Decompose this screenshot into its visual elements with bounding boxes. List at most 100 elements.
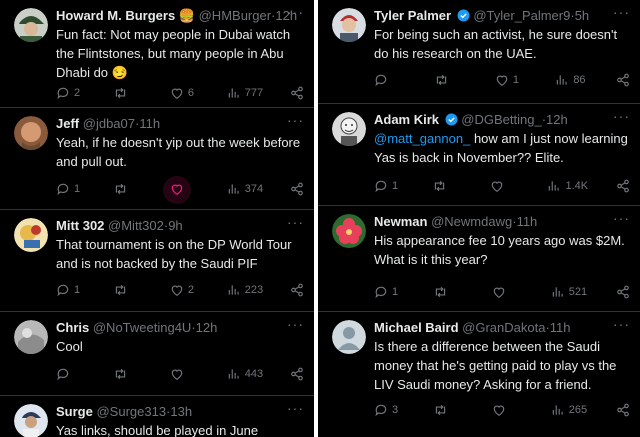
more-options-icon[interactable]: ··· xyxy=(613,108,630,124)
share-button[interactable] xyxy=(290,182,304,196)
reply-button[interactable]: 2 xyxy=(56,86,86,100)
tweet-item[interactable]: Howard M. Burgers 🍔 @HMBurger·12h Fun fa… xyxy=(0,0,314,108)
tweet-item[interactable]: Michael Baird @GranDakota·11h Is there a… xyxy=(318,312,640,437)
views-icon xyxy=(228,184,239,194)
more-options-icon[interactable]: ··· xyxy=(613,316,630,332)
display-name[interactable]: Surge xyxy=(56,404,93,419)
share-button[interactable] xyxy=(290,283,304,297)
display-name[interactable]: Tyler Palmer xyxy=(374,8,451,23)
like-button[interactable] xyxy=(490,179,520,193)
retweet-button[interactable] xyxy=(113,86,143,100)
timestamp[interactable]: 5h xyxy=(575,8,589,23)
display-name[interactable]: Howard M. Burgers 🍔 xyxy=(56,8,195,23)
views-button[interactable]: 1.4K xyxy=(547,179,588,193)
views-button[interactable]: 374 xyxy=(227,182,263,196)
retweet-button[interactable] xyxy=(432,179,462,193)
avatar[interactable] xyxy=(14,8,48,42)
timestamp[interactable]: 11h xyxy=(517,214,538,229)
timestamp[interactable]: 11h xyxy=(139,116,160,131)
avatar[interactable] xyxy=(14,116,48,150)
retweet-button[interactable] xyxy=(113,182,143,196)
retweet-button[interactable] xyxy=(433,285,463,299)
user-handle[interactable]: @DGBetting_ xyxy=(461,112,541,127)
avatar[interactable] xyxy=(14,404,48,437)
tweet-item[interactable]: Adam Kirk @DGBetting_·12h @matt_gannon_ … xyxy=(318,104,640,206)
reply-button[interactable]: 1 xyxy=(374,179,404,193)
timestamp[interactable]: 12h xyxy=(196,320,218,335)
timestamp[interactable]: 12h xyxy=(546,112,568,127)
display-name[interactable]: Newman xyxy=(374,214,427,229)
mention-link[interactable]: @matt_gannon_ xyxy=(374,131,470,146)
tweet-item[interactable]: Jeff @jdba07·11h Yeah, if he doesn't yip… xyxy=(0,108,314,210)
view-count: 777 xyxy=(244,87,264,99)
reply-button[interactable] xyxy=(374,73,404,87)
more-options-icon[interactable]: ··· xyxy=(287,4,304,20)
timestamp[interactable]: 13h xyxy=(170,404,192,419)
avatar[interactable] xyxy=(14,218,48,252)
more-options-icon[interactable]: ··· xyxy=(287,214,304,230)
user-handle[interactable]: @Newmdawg xyxy=(431,214,512,229)
like-button[interactable]: 1 xyxy=(495,73,525,87)
tweet-item[interactable]: Surge @Surge313·13h Yas links, should be… xyxy=(0,396,314,437)
like-button[interactable]: 2 xyxy=(170,283,200,297)
share-button[interactable] xyxy=(616,73,630,87)
user-handle[interactable]: @Surge313 xyxy=(96,404,166,419)
views-button[interactable]: 521 xyxy=(551,285,587,299)
tweet-item[interactable]: Chris @NoTweeting4U·12h Cool ··· 443 xyxy=(0,312,314,396)
user-handle[interactable]: @jdba07 xyxy=(83,116,135,131)
reply-button[interactable]: 3 xyxy=(374,403,404,417)
like-button[interactable] xyxy=(170,367,200,381)
like-button[interactable] xyxy=(492,285,522,299)
action-bar: 2 6 777 xyxy=(56,86,304,100)
avatar[interactable] xyxy=(14,320,48,354)
more-options-icon[interactable]: ··· xyxy=(287,400,304,416)
views-button[interactable]: 223 xyxy=(227,283,263,297)
action-bar: 443 xyxy=(56,367,304,381)
more-options-icon[interactable]: ··· xyxy=(287,112,304,128)
user-handle[interactable]: @GranDakota xyxy=(462,320,545,335)
share-button[interactable] xyxy=(290,367,304,381)
tweet-item[interactable]: Tyler Palmer @Tyler_Palmer9·5h For being… xyxy=(318,0,640,104)
avatar[interactable] xyxy=(332,320,366,354)
more-options-icon[interactable]: ··· xyxy=(613,4,630,20)
retweet-button[interactable] xyxy=(113,283,143,297)
heart-icon xyxy=(493,405,505,416)
reply-button[interactable] xyxy=(56,367,86,381)
user-handle[interactable]: @NoTweeting4U xyxy=(93,320,191,335)
more-options-icon[interactable]: ··· xyxy=(613,210,630,226)
user-handle[interactable]: @HMBurger xyxy=(199,8,271,23)
retweet-button[interactable] xyxy=(113,367,143,381)
timestamp[interactable]: 11h xyxy=(550,320,571,335)
views-icon xyxy=(228,88,239,98)
display-name[interactable]: Michael Baird xyxy=(374,320,459,335)
share-button[interactable] xyxy=(616,285,630,299)
reply-button[interactable]: 1 xyxy=(56,182,86,196)
tweet-item[interactable]: Newman @Newmdawg·11h His appearance fee … xyxy=(318,206,640,312)
like-button[interactable] xyxy=(492,403,522,417)
share-button[interactable] xyxy=(616,179,630,193)
display-name[interactable]: Adam Kirk xyxy=(374,112,439,127)
avatar[interactable] xyxy=(332,214,366,248)
user-handle[interactable]: @Mitt302 xyxy=(108,218,164,233)
share-button[interactable] xyxy=(616,403,630,417)
display-name[interactable]: Jeff xyxy=(56,116,79,131)
tweet-item[interactable]: Mitt 302 @Mitt302·9h That tournament is … xyxy=(0,210,314,312)
like-button[interactable]: 6 xyxy=(170,86,200,100)
like-button[interactable] xyxy=(162,176,200,204)
more-options-icon[interactable]: ··· xyxy=(287,316,304,332)
views-button[interactable]: 443 xyxy=(227,367,263,381)
views-button[interactable]: 86 xyxy=(555,73,586,87)
views-button[interactable]: 265 xyxy=(551,403,587,417)
views-button[interactable]: 777 xyxy=(227,86,263,100)
timestamp[interactable]: 9h xyxy=(168,218,182,233)
user-handle[interactable]: @Tyler_Palmer9 xyxy=(473,8,570,23)
retweet-button[interactable] xyxy=(433,403,463,417)
display-name[interactable]: Mitt 302 xyxy=(56,218,104,233)
retweet-button[interactable] xyxy=(434,73,464,87)
avatar[interactable] xyxy=(332,112,366,146)
avatar[interactable] xyxy=(332,8,366,42)
reply-button[interactable]: 1 xyxy=(56,283,86,297)
reply-button[interactable]: 1 xyxy=(374,285,404,299)
display-name[interactable]: Chris xyxy=(56,320,89,335)
share-button[interactable] xyxy=(290,86,304,100)
